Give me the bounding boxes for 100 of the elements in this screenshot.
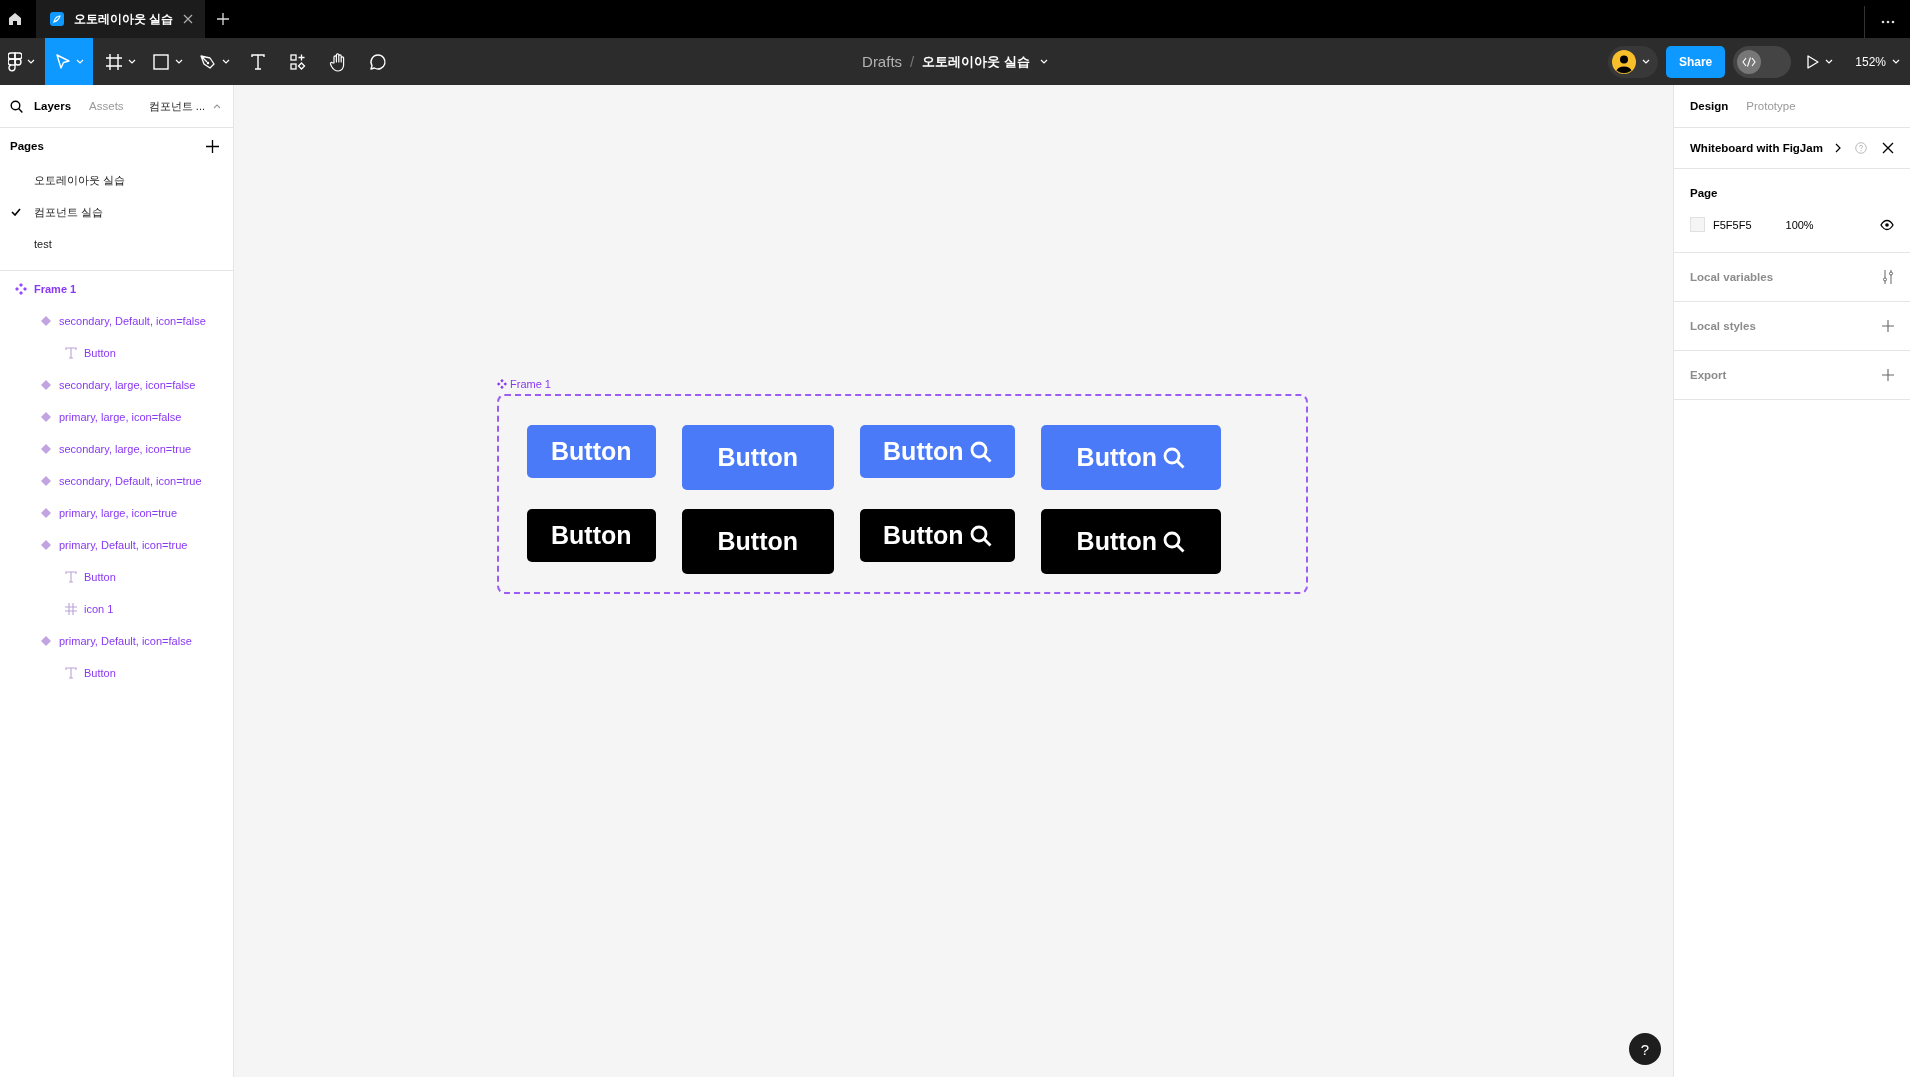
search-icon (969, 440, 992, 463)
close-button[interactable] (1882, 142, 1894, 154)
caret-icon (75, 59, 84, 64)
layer-item[interactable]: secondary, Default, icon=true (0, 465, 233, 497)
section-title: Page (1690, 187, 1719, 199)
opacity-value[interactable]: 100% (1785, 218, 1814, 231)
page-item[interactable]: 오토레이아웃 실습 (0, 164, 233, 196)
file-tab[interactable]: 오토레이아웃 실습 (36, 0, 206, 38)
search-icon (1163, 446, 1186, 469)
close-icon (183, 14, 194, 24)
dev-mode-toggle[interactable] (1733, 45, 1792, 78)
component-button: Button (1040, 509, 1222, 574)
help-button[interactable]: ? (1629, 1033, 1661, 1065)
search-icon (10, 99, 23, 113)
layer-item[interactable]: secondary, Default, icon=false (0, 305, 233, 337)
text-layer-icon (65, 667, 77, 679)
layer-item[interactable]: primary, large, icon=true (0, 497, 233, 529)
chevron-right-icon (1834, 143, 1841, 153)
share-button[interactable]: Share (1665, 45, 1726, 78)
search-icon (1163, 530, 1186, 553)
component-button: Button (1040, 425, 1222, 490)
layer-item[interactable]: Button (0, 657, 233, 689)
code-icon (1742, 56, 1757, 67)
layer-item[interactable]: Button (0, 337, 233, 369)
layer-item[interactable]: primary, Default, icon=true (0, 529, 233, 561)
more-icon (1880, 20, 1895, 24)
search-icon (969, 524, 992, 547)
component-button: Button (527, 509, 656, 562)
close-icon (1882, 142, 1894, 154)
add-button[interactable] (1882, 369, 1894, 381)
page-menu[interactable]: 컴포넌트 ... (144, 98, 225, 114)
layer-item[interactable]: secondary, large, icon=true (0, 433, 233, 465)
diamond-icon (41, 636, 51, 646)
caret-icon (27, 59, 35, 64)
file-icon (50, 12, 64, 26)
folder-link[interactable]: Drafts (862, 53, 903, 70)
color-value[interactable]: F5F5F5 (1713, 218, 1752, 231)
diamond-icon (41, 540, 51, 550)
hash-icon (65, 603, 77, 615)
breadcrumb-separator: / (910, 53, 915, 70)
chevron-right-button[interactable] (1834, 143, 1841, 153)
section-title: Local styles (1690, 320, 1756, 332)
component-set-frame[interactable]: Button Button Button Button Button Button Button Button (497, 394, 1308, 594)
plus-icon (1882, 369, 1894, 381)
frame-label[interactable]: Frame 1 (510, 378, 551, 390)
diamond-icon (41, 412, 51, 422)
caret-icon (1892, 59, 1900, 64)
speech-bubble-icon (369, 52, 387, 71)
text-icon (250, 52, 266, 71)
plus-icon (1882, 320, 1894, 332)
resources-icon (289, 52, 307, 71)
page-item[interactable]: 컴포넌트 실습 (0, 196, 233, 228)
cursor-icon (54, 52, 71, 71)
file-name-menu[interactable]: 오토레이아웃 실습 (922, 52, 1048, 71)
add-page-button[interactable] (206, 139, 219, 153)
panel-tab[interactable]: Prototype (1738, 96, 1804, 116)
sliders-icon (1882, 270, 1894, 284)
zoom-menu[interactable]: 152% (1849, 45, 1906, 78)
layer-item[interactable]: primary, Default, icon=false (0, 625, 233, 657)
play-icon (1807, 54, 1820, 69)
component-set-icon (497, 379, 507, 389)
logo-icon (8, 51, 22, 72)
layer-item[interactable]: secondary, large, icon=false (0, 369, 233, 401)
banner-title[interactable]: Whiteboard with FigJam (1690, 142, 1823, 154)
variables-button[interactable] (1882, 270, 1894, 284)
panel-tab[interactable]: Layers (27, 96, 79, 116)
add-button[interactable] (1882, 320, 1894, 332)
caret-icon (1039, 59, 1048, 64)
layer-item[interactable]: Button (0, 561, 233, 593)
color-swatch[interactable] (1690, 217, 1705, 232)
component-set-icon (15, 283, 27, 295)
hand-icon (329, 51, 347, 72)
tab-title: 오토레이아웃 실습 (74, 10, 174, 28)
text-layer-icon (65, 571, 77, 583)
section-title: Pages (10, 140, 44, 152)
help-icon (1854, 142, 1867, 154)
diamond-icon (41, 380, 51, 390)
panel-tab[interactable]: Design (1682, 96, 1737, 116)
close-tab-button[interactable] (183, 14, 194, 24)
component-button: Button (681, 509, 835, 574)
component-button: Button (527, 425, 656, 478)
section-title: Local variables (1690, 271, 1774, 283)
layer-item[interactable]: Frame 1 (0, 273, 233, 305)
search-button[interactable] (10, 99, 23, 113)
component-button: Button (681, 425, 835, 490)
panel-tab[interactable]: Assets (82, 96, 131, 116)
caret-icon (128, 59, 136, 64)
visibility-button[interactable] (1880, 218, 1894, 231)
plus-icon (217, 13, 230, 25)
eye-icon (1880, 218, 1894, 231)
avatar-menu[interactable] (1607, 45, 1658, 78)
chevron-up-icon (213, 103, 221, 109)
layer-item[interactable]: primary, large, icon=false (0, 401, 233, 433)
caret-icon (175, 59, 183, 64)
caret-icon (1825, 59, 1834, 64)
plus-icon (206, 139, 219, 153)
layer-item[interactable]: icon 1 (0, 593, 233, 625)
hash-icon (105, 52, 123, 71)
page-item[interactable]: test (0, 228, 233, 260)
diamond-icon (41, 316, 51, 326)
